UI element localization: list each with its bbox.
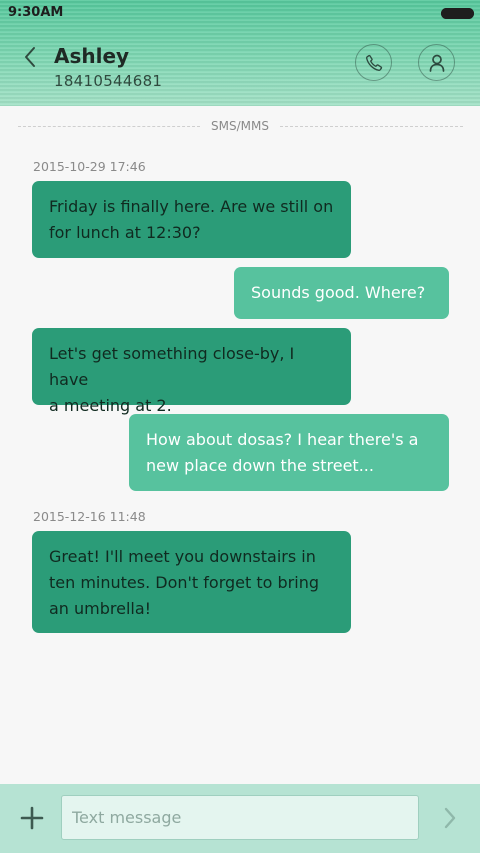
channel-label: SMS/MMS xyxy=(211,119,269,133)
message-timestamp: 2015-12-16 11:48 xyxy=(33,509,146,524)
call-button[interactable] xyxy=(355,44,392,81)
back-chevron-icon[interactable] xyxy=(20,44,40,70)
incoming-message-bubble[interactable]: Let's get something close-by, I have a m… xyxy=(32,328,351,415)
phone-icon xyxy=(365,54,382,71)
contact-phone-number: 18410544681 xyxy=(54,72,163,90)
person-icon xyxy=(429,54,444,72)
plus-icon[interactable] xyxy=(19,805,45,831)
message-input[interactable] xyxy=(61,795,419,840)
battery-icon xyxy=(441,8,474,19)
outgoing-message-bubble[interactable]: How about dosas? I hear there's a new pl… xyxy=(129,414,449,491)
message-timestamp: 2015-10-29 17:46 xyxy=(33,159,146,174)
outgoing-message-bubble[interactable]: Sounds good. Where? xyxy=(234,267,449,319)
divider-line xyxy=(280,126,463,127)
contact-profile-button[interactable] xyxy=(418,44,455,81)
incoming-message-bubble[interactable]: Great! I'll meet you downstairs in ten m… xyxy=(32,531,351,633)
status-time: 9:30AM xyxy=(8,5,64,20)
incoming-message-bubble[interactable]: Friday is finally here. Are we still on … xyxy=(32,181,351,258)
divider-line xyxy=(18,126,200,127)
send-chevron-icon[interactable] xyxy=(441,806,459,830)
contact-name: Ashley xyxy=(54,44,130,68)
